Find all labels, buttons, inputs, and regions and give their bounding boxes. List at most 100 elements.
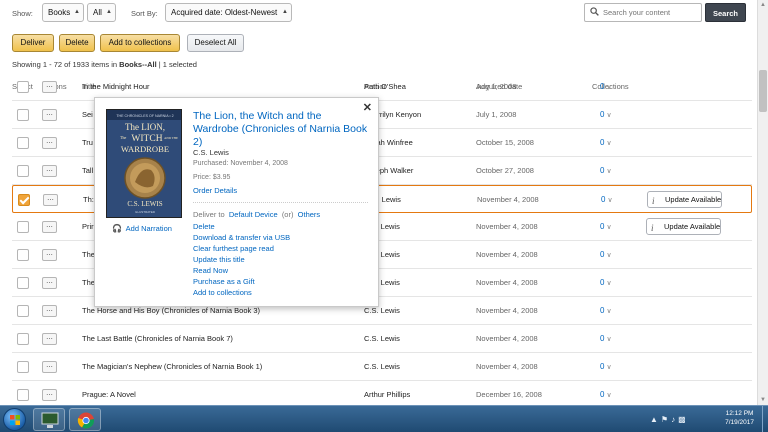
- others-link[interactable]: Others: [298, 210, 321, 219]
- download-transfer-usb-link[interactable]: Download & transfer via USB: [193, 233, 290, 242]
- row-author: C.S. Lewis: [364, 306, 400, 315]
- row-title[interactable]: Th:: [83, 195, 94, 204]
- row-actions-button[interactable]: ...: [42, 249, 57, 261]
- row-collections-dropdown[interactable]: 0 ∨: [600, 334, 612, 343]
- info-icon: i: [652, 196, 655, 206]
- content-type-select[interactable]: Books ▲: [42, 3, 84, 22]
- add-to-collections-button[interactable]: Add to collections: [100, 34, 180, 52]
- row-collections-count: 0: [600, 278, 605, 287]
- table-row[interactable]: ... Prague: A Novel Arthur Phillips Decembe…: [12, 381, 752, 405]
- row-checkbox[interactable]: [17, 333, 29, 345]
- row-collections-count: 0: [600, 390, 605, 399]
- content-type-value: Books: [48, 8, 71, 17]
- row-checkbox[interactable]: [17, 109, 29, 121]
- search-button[interactable]: Search: [705, 3, 746, 22]
- popover-add-to-collections-link[interactable]: Add to collections: [193, 288, 252, 297]
- default-device-link[interactable]: Default Device: [229, 210, 278, 219]
- row-collections-dropdown[interactable]: 0 ∨: [600, 278, 612, 287]
- row-title[interactable]: The: [82, 278, 95, 287]
- row-actions-button[interactable]: ...: [42, 333, 57, 345]
- row-collections-dropdown[interactable]: 0 ∨: [600, 82, 612, 91]
- row-title[interactable]: The Last Battle (Chronicles of Narnia Bo…: [82, 334, 233, 343]
- book-cover-image: THE CHRONICLES OF NARNIA • 2 The LION, T…: [106, 109, 182, 218]
- row-collections-dropdown[interactable]: 0 ∨: [601, 195, 613, 204]
- row-collections-dropdown[interactable]: 0 ∨: [600, 306, 612, 315]
- popover-purchased-date: Purchased: November 4, 2008: [193, 160, 288, 167]
- deliver-button[interactable]: Deliver: [12, 34, 54, 52]
- row-actions-button[interactable]: ...: [42, 305, 57, 317]
- row-title[interactable]: Tall: [82, 166, 93, 175]
- system-tray-icons[interactable]: ▲⚑♪▩: [650, 415, 689, 424]
- row-collections-dropdown[interactable]: 0 ∨: [600, 362, 612, 371]
- row-checkbox[interactable]: [17, 389, 29, 401]
- row-title[interactable]: In the Midnight Hour: [82, 82, 150, 91]
- start-button[interactable]: [3, 408, 26, 431]
- cover-series: THE CHRONICLES OF NARNIA • 2: [116, 114, 173, 118]
- update-this-title-link[interactable]: Update this title: [193, 255, 245, 264]
- row-actions-button[interactable]: ...: [42, 277, 57, 289]
- row-checkbox[interactable]: [18, 194, 30, 206]
- row-title[interactable]: Sei: [82, 110, 93, 119]
- popover-delete-link[interactable]: Delete: [193, 222, 215, 231]
- scroll-down-icon[interactable]: ▼: [760, 397, 766, 403]
- delete-button[interactable]: Delete: [59, 34, 95, 52]
- row-checkbox[interactable]: [17, 137, 29, 149]
- update-available-button[interactable]: i Update Available: [647, 191, 722, 208]
- scope-select[interactable]: All ▲: [87, 3, 116, 22]
- row-checkbox[interactable]: [17, 361, 29, 373]
- row-title[interactable]: The Magician's Nephew (Chronicles of Nar…: [82, 362, 262, 371]
- filter-bar: Show: Books ▲ All ▲ Sort By: Acquired da…: [0, 0, 757, 26]
- row-title[interactable]: The Horse and His Boy (Chronicles of Nar…: [82, 306, 260, 315]
- row-author: C.S. Lewis: [364, 334, 400, 343]
- row-collections-dropdown[interactable]: 0 ∨: [600, 110, 612, 119]
- row-collections-dropdown[interactable]: 0 ∨: [600, 138, 612, 147]
- tray-expand-icon[interactable]: ▲: [650, 415, 661, 424]
- row-actions-button[interactable]: ...: [42, 221, 57, 233]
- search-input[interactable]: [603, 6, 699, 19]
- chevron-down-icon: ∨: [607, 197, 613, 204]
- taskbar-app-chrome[interactable]: [69, 408, 101, 431]
- row-collections-dropdown[interactable]: 0 ∨: [600, 250, 612, 259]
- taskbar-app-explorer[interactable]: [33, 408, 65, 431]
- row-actions-button[interactable]: ...: [42, 361, 57, 373]
- row-collections-dropdown[interactable]: 0 ∨: [600, 390, 612, 399]
- row-checkbox[interactable]: [17, 277, 29, 289]
- row-title[interactable]: Prague: A Novel: [82, 390, 136, 399]
- chevron-down-icon: ∨: [606, 112, 612, 119]
- scrollbar-thumb[interactable]: [759, 70, 767, 112]
- network-icon[interactable]: ▩: [678, 415, 689, 424]
- row-actions-button[interactable]: ...: [42, 109, 57, 121]
- page-scrollbar[interactable]: ▲ ▼: [757, 0, 768, 405]
- read-now-link[interactable]: Read Now: [193, 266, 228, 275]
- system-clock[interactable]: 12:12 PM 7/19/2017: [725, 409, 754, 427]
- row-collections-dropdown[interactable]: 0 ∨: [600, 166, 612, 175]
- row-title[interactable]: The: [82, 250, 95, 259]
- deselect-all-button[interactable]: Deselect All: [187, 34, 244, 52]
- row-checkbox[interactable]: [17, 221, 29, 233]
- chevron-down-icon: ∨: [606, 168, 612, 175]
- order-details-link[interactable]: Order Details: [193, 186, 237, 195]
- clear-furthest-page-link[interactable]: Clear furthest page read: [193, 244, 274, 253]
- row-collections-dropdown[interactable]: 0 ∨: [600, 222, 612, 231]
- row-checkbox[interactable]: [17, 165, 29, 177]
- show-desktop-button[interactable]: [762, 406, 768, 432]
- row-actions-button[interactable]: ...: [42, 137, 57, 149]
- row-title[interactable]: Tru: [82, 138, 93, 147]
- row-checkbox[interactable]: [17, 249, 29, 261]
- row-actions-button[interactable]: ...: [43, 194, 58, 206]
- add-narration-link[interactable]: 🎧 Add Narration: [112, 224, 172, 233]
- row-title[interactable]: Prir: [82, 222, 94, 231]
- row-actions-button[interactable]: ...: [42, 389, 57, 401]
- sort-select[interactable]: Acquired date: Oldest-Newest ▲: [165, 3, 292, 22]
- purchase-as-gift-link[interactable]: Purchase as a Gift: [193, 277, 255, 286]
- row-actions-button[interactable]: ...: [42, 81, 57, 93]
- row-checkbox[interactable]: [17, 81, 29, 93]
- scroll-up-icon[interactable]: ▲: [760, 2, 766, 8]
- update-available-button[interactable]: i Update Available: [646, 218, 721, 235]
- table-row[interactable]: ... The Last Battle (Chronicles of Narnia…: [12, 325, 752, 353]
- popover-book-title[interactable]: The Lion, the Witch and the Wardrobe (Ch…: [193, 110, 368, 149]
- table-row[interactable]: ... The Magician's Nephew (Chronicles of …: [12, 353, 752, 381]
- row-actions-button[interactable]: ...: [42, 165, 57, 177]
- row-checkbox[interactable]: [17, 305, 29, 317]
- flag-icon[interactable]: ⚑: [661, 415, 671, 424]
